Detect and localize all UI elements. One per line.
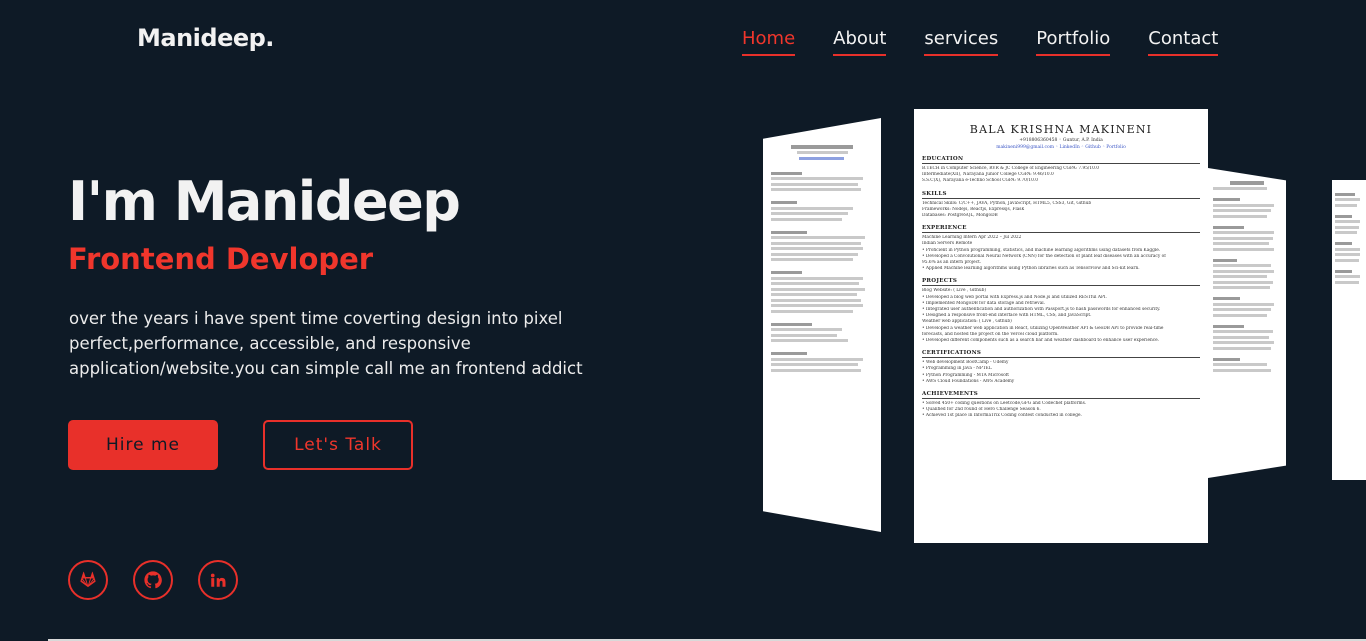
lets-talk-button[interactable]: Let's Talk: [263, 420, 413, 470]
section-heading: ACHIEVEMENTS: [922, 391, 1200, 400]
nav-contact[interactable]: Contact: [1148, 28, 1219, 56]
section-heading: PROJECTS: [922, 278, 1200, 287]
resume-page-main: BALA KRISHNA MAKINENI +918806360458 ◦ Gu…: [914, 109, 1208, 543]
resume-line: • Applied Machine learning algorithms us…: [922, 266, 1140, 272]
resume-contact: +918806360458 ◦ Guntur, A.P. India: [1019, 138, 1103, 143]
hire-me-button[interactable]: Hire me: [68, 420, 218, 470]
section-heading: SKILLS: [922, 191, 1200, 199]
main-nav: Home About services Portfolio Contact: [742, 28, 1219, 56]
nav-portfolio[interactable]: Portfolio: [1036, 28, 1111, 56]
nav-about[interactable]: About: [833, 28, 887, 56]
resume-section-education: EDUCATION B.TECH in Computer Science, RV…: [922, 156, 1200, 185]
github-icon[interactable]: [133, 560, 173, 600]
resume-links: makineni999@gmail.com ◦ LinkedIn ◦ Githu…: [996, 145, 1126, 150]
resume-page-right: [1208, 168, 1286, 478]
resume-line: • Proficient in Python programming, stat…: [922, 247, 1161, 253]
resume-line: • AWS Cloud Foundations - AWS Academy: [922, 378, 1015, 384]
section-heading: CERTIFICATIONS: [922, 350, 1200, 359]
section-heading: EDUCATION: [922, 156, 1200, 164]
resume-line: • Developed a weather web application in…: [922, 325, 1164, 331]
hero-subtitle: Frontend Devloper: [68, 242, 374, 276]
resume-page-left: [763, 118, 881, 532]
resume-name: BALA KRISHNA MAKINENI: [969, 123, 1153, 136]
hero-description: over the years i have spent time coverti…: [69, 309, 583, 378]
resume-section-achievements: ACHIEVEMENTS • Solved 450+ coding questi…: [922, 391, 1200, 420]
resume-section-certifications: CERTIFICATIONS • Web development BootCam…: [922, 350, 1200, 385]
resume-line: • Developed different components such as…: [922, 338, 1160, 344]
nav-home[interactable]: Home: [742, 28, 796, 56]
linkedin-icon[interactable]: [198, 560, 238, 600]
resume-section-skills: SKILLS Technical Skills: C/C++, JAVA, Py…: [922, 191, 1200, 220]
resume-line: • Achieved 1st place in InformaTrix Codi…: [922, 413, 1082, 419]
resume-page-far: [1332, 180, 1366, 480]
nav-services[interactable]: services: [924, 28, 999, 56]
hero-title: I'm Manideep: [68, 170, 461, 233]
resume-carousel[interactable]: BALA KRISHNA MAKINENI +918806360458 ◦ Gu…: [760, 105, 1366, 550]
resume-section-experience: EXPERIENCE Machine Learning Intern Apr 2…: [922, 225, 1200, 272]
resume-line: S.S.C(X), Narayana e-Techno School CGPA:…: [922, 178, 1038, 184]
gitlab-icon[interactable]: [68, 560, 108, 600]
site-logo[interactable]: Manideep.: [137, 24, 274, 52]
resume-line: Databases: PostgreSQL, MongoDB: [922, 213, 998, 219]
resume-section-projects: PROJECTS Blog Website: ( Live , Github) …: [922, 278, 1200, 344]
section-heading: EXPERIENCE: [922, 225, 1200, 234]
